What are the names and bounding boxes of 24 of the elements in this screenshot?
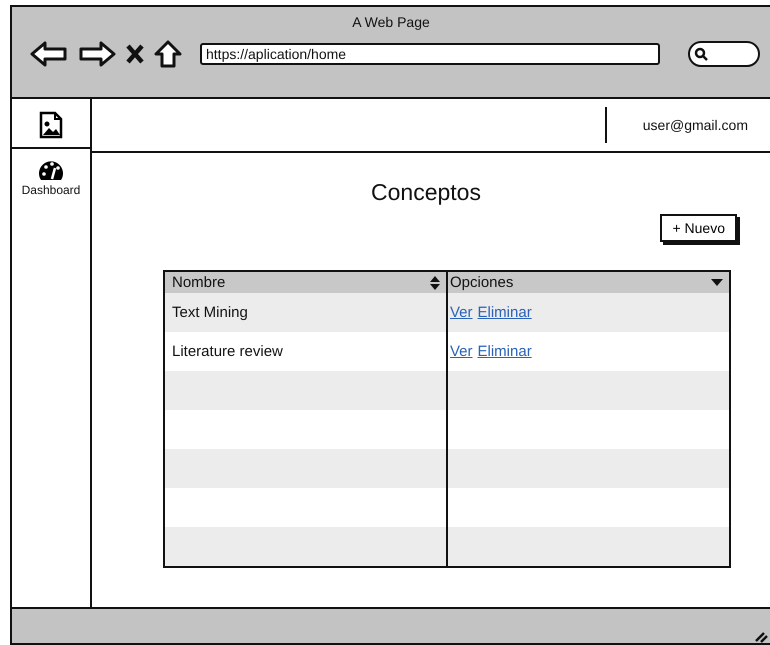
image-icon [39, 111, 63, 139]
column-header[interactable]: Nombre [172, 274, 226, 291]
action-link[interactable]: Eliminar [478, 304, 532, 321]
gauge-icon [38, 161, 64, 181]
close-icon[interactable] [126, 44, 144, 64]
back-icon[interactable] [30, 41, 68, 67]
action-link[interactable]: Ver [450, 343, 473, 360]
table-cell: Text Mining [172, 304, 248, 321]
user-email: user@gmail.com [642, 117, 748, 133]
search-field[interactable] [688, 41, 760, 67]
sidebar-label[interactable]: Dashboard [22, 183, 80, 197]
new-button[interactable]: + Nuevo [660, 214, 737, 242]
page-title: Conceptos [370, 179, 482, 206]
action-link[interactable]: Eliminar [478, 343, 532, 360]
forward-icon[interactable] [78, 41, 116, 67]
action-link[interactable]: Ver [450, 304, 473, 321]
sort-icon[interactable] [430, 276, 440, 290]
search-icon [694, 47, 708, 61]
address-field[interactable]: https://aplication/home [200, 43, 660, 65]
caret-icon[interactable] [711, 279, 723, 286]
window-title: A Web Page [352, 14, 430, 30]
column-header[interactable]: Opciones [450, 274, 514, 291]
table-cell: Literature review [172, 343, 283, 360]
home-icon[interactable] [154, 40, 182, 68]
